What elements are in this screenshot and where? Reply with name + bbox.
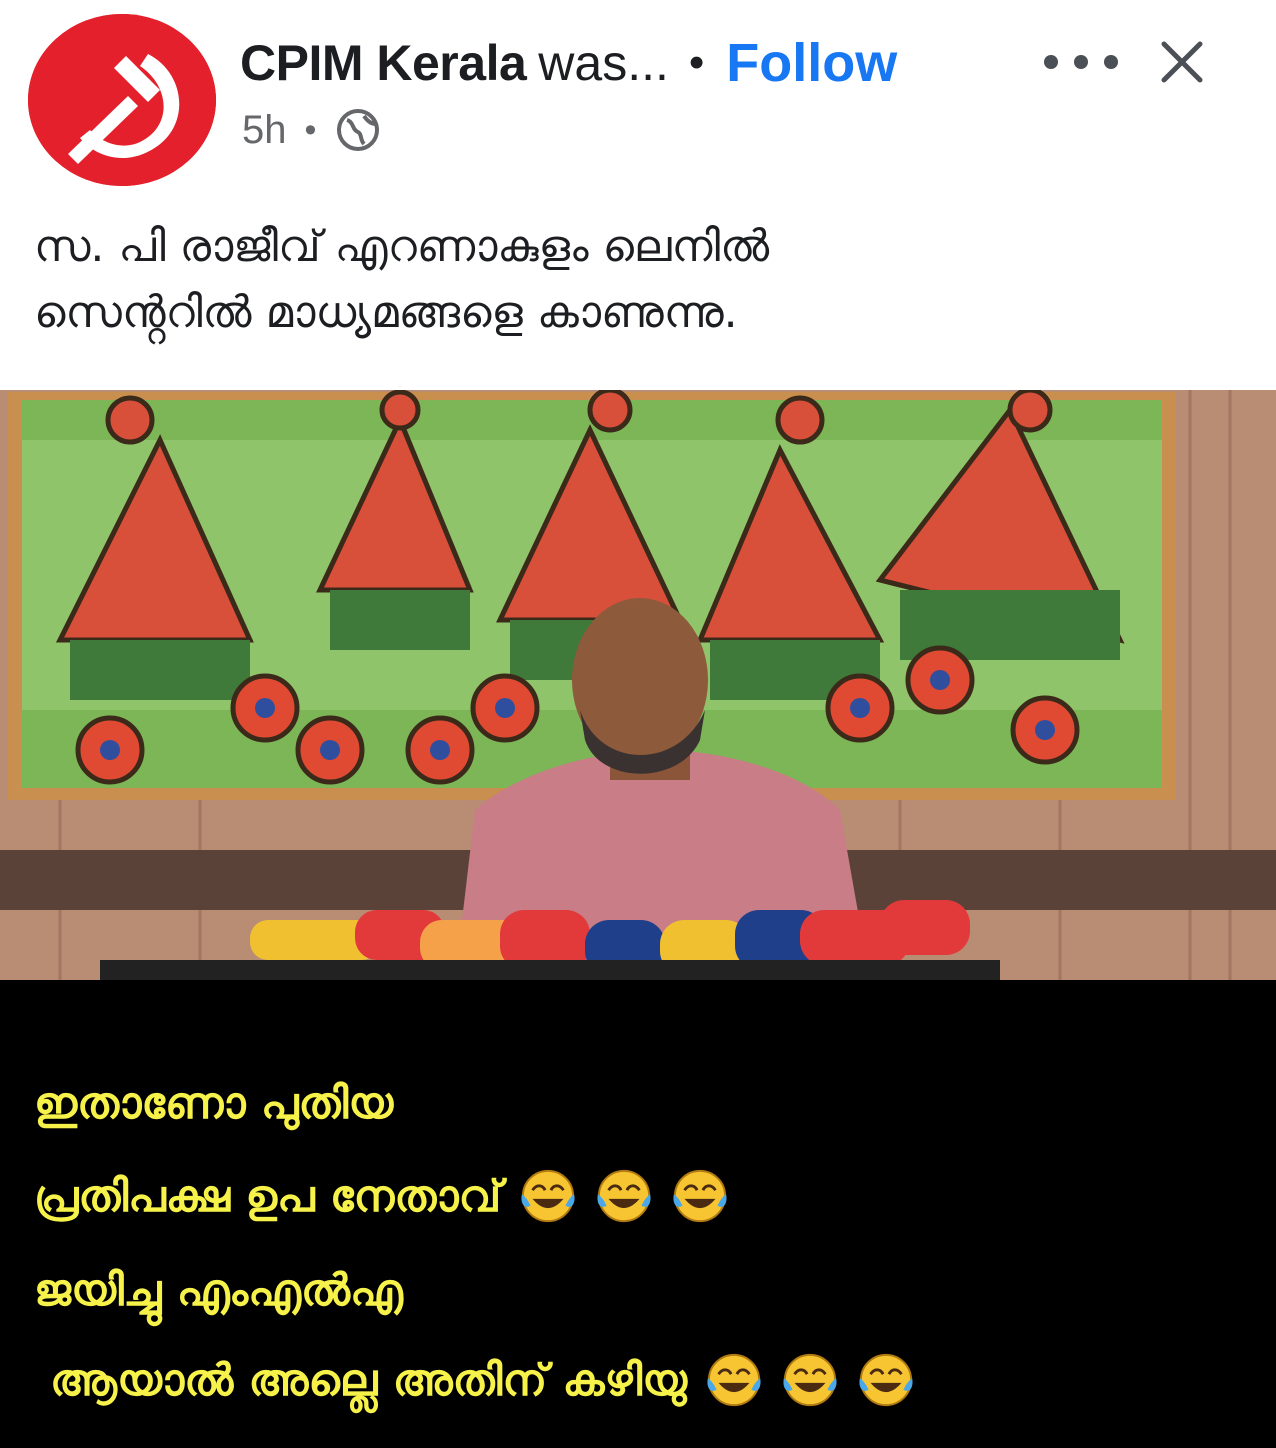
caption-line: സ. പി രാജീവ് എറണാകുളം ലെനിൽ	[34, 221, 770, 272]
overlay-line-text: ജയിച്ചു എംഎൽഎ	[34, 1264, 403, 1316]
hammer-sickle-icon	[28, 14, 216, 186]
post-title: CPIM Kerala was... • Follow	[240, 28, 897, 98]
caption-line: സെൻ്ററിൽ മാധ്യമങ്ങളെ കാണുന്നു.	[34, 287, 738, 338]
close-icon[interactable]	[1156, 36, 1208, 88]
face-with-tears-of-joy-icon	[597, 1169, 651, 1223]
meme-text-panel: ഇതാണോ പുതിയ പ്രതിപക്ഷ ഉപ നേതാവ് ജയിച്ചു …	[0, 980, 1276, 1448]
overlay-line: ആയാൽ അല്ലെ അതിന് കഴിയു	[50, 1342, 915, 1418]
post-timestamp[interactable]: 5h	[242, 108, 287, 153]
press-conference-photo	[0, 390, 1276, 980]
face-with-tears-of-joy-icon	[783, 1353, 837, 1407]
face-with-tears-of-joy-icon	[707, 1353, 761, 1407]
face-with-tears-of-joy-icon	[859, 1353, 913, 1407]
overlay-line-text: ഇതാണോ പുതിയ	[34, 1077, 394, 1129]
post-caption: സ. പി രാജീവ് എറണാകുളം ലെനിൽ സെൻ്ററിൽ മാധ…	[34, 214, 1234, 346]
meta-separator: •	[304, 110, 317, 149]
title-separator: •	[688, 38, 705, 87]
overlay-line: പ്രതിപക്ഷ ഉപ നേതാവ്	[34, 1158, 729, 1234]
face-with-tears-of-joy-icon	[521, 1169, 575, 1223]
overlay-line: ഇതാണോ പുതിയ	[34, 1068, 393, 1138]
overlay-line: ജയിച്ചു എംഎൽഎ	[34, 1254, 403, 1326]
post-header: CPIM Kerala was... • Follow 5h •	[0, 0, 1276, 200]
globe-icon[interactable]	[334, 106, 382, 154]
post-photo[interactable]	[0, 390, 1276, 980]
page-name-link[interactable]: CPIM Kerala	[240, 34, 527, 92]
face-with-tears-of-joy-icon	[673, 1169, 727, 1223]
overlay-line-text: പ്രതിപക്ഷ ഉപ നേതാവ്	[34, 1170, 502, 1222]
follow-button[interactable]: Follow	[726, 32, 897, 94]
page-avatar[interactable]	[28, 14, 216, 186]
overlay-line-text: ആയാൽ അല്ലെ അതിന് കഴിയു	[50, 1354, 688, 1406]
post-meta: 5h •	[242, 104, 382, 156]
more-options-icon[interactable]	[1044, 44, 1118, 80]
post-context-text: was...	[538, 35, 669, 91]
